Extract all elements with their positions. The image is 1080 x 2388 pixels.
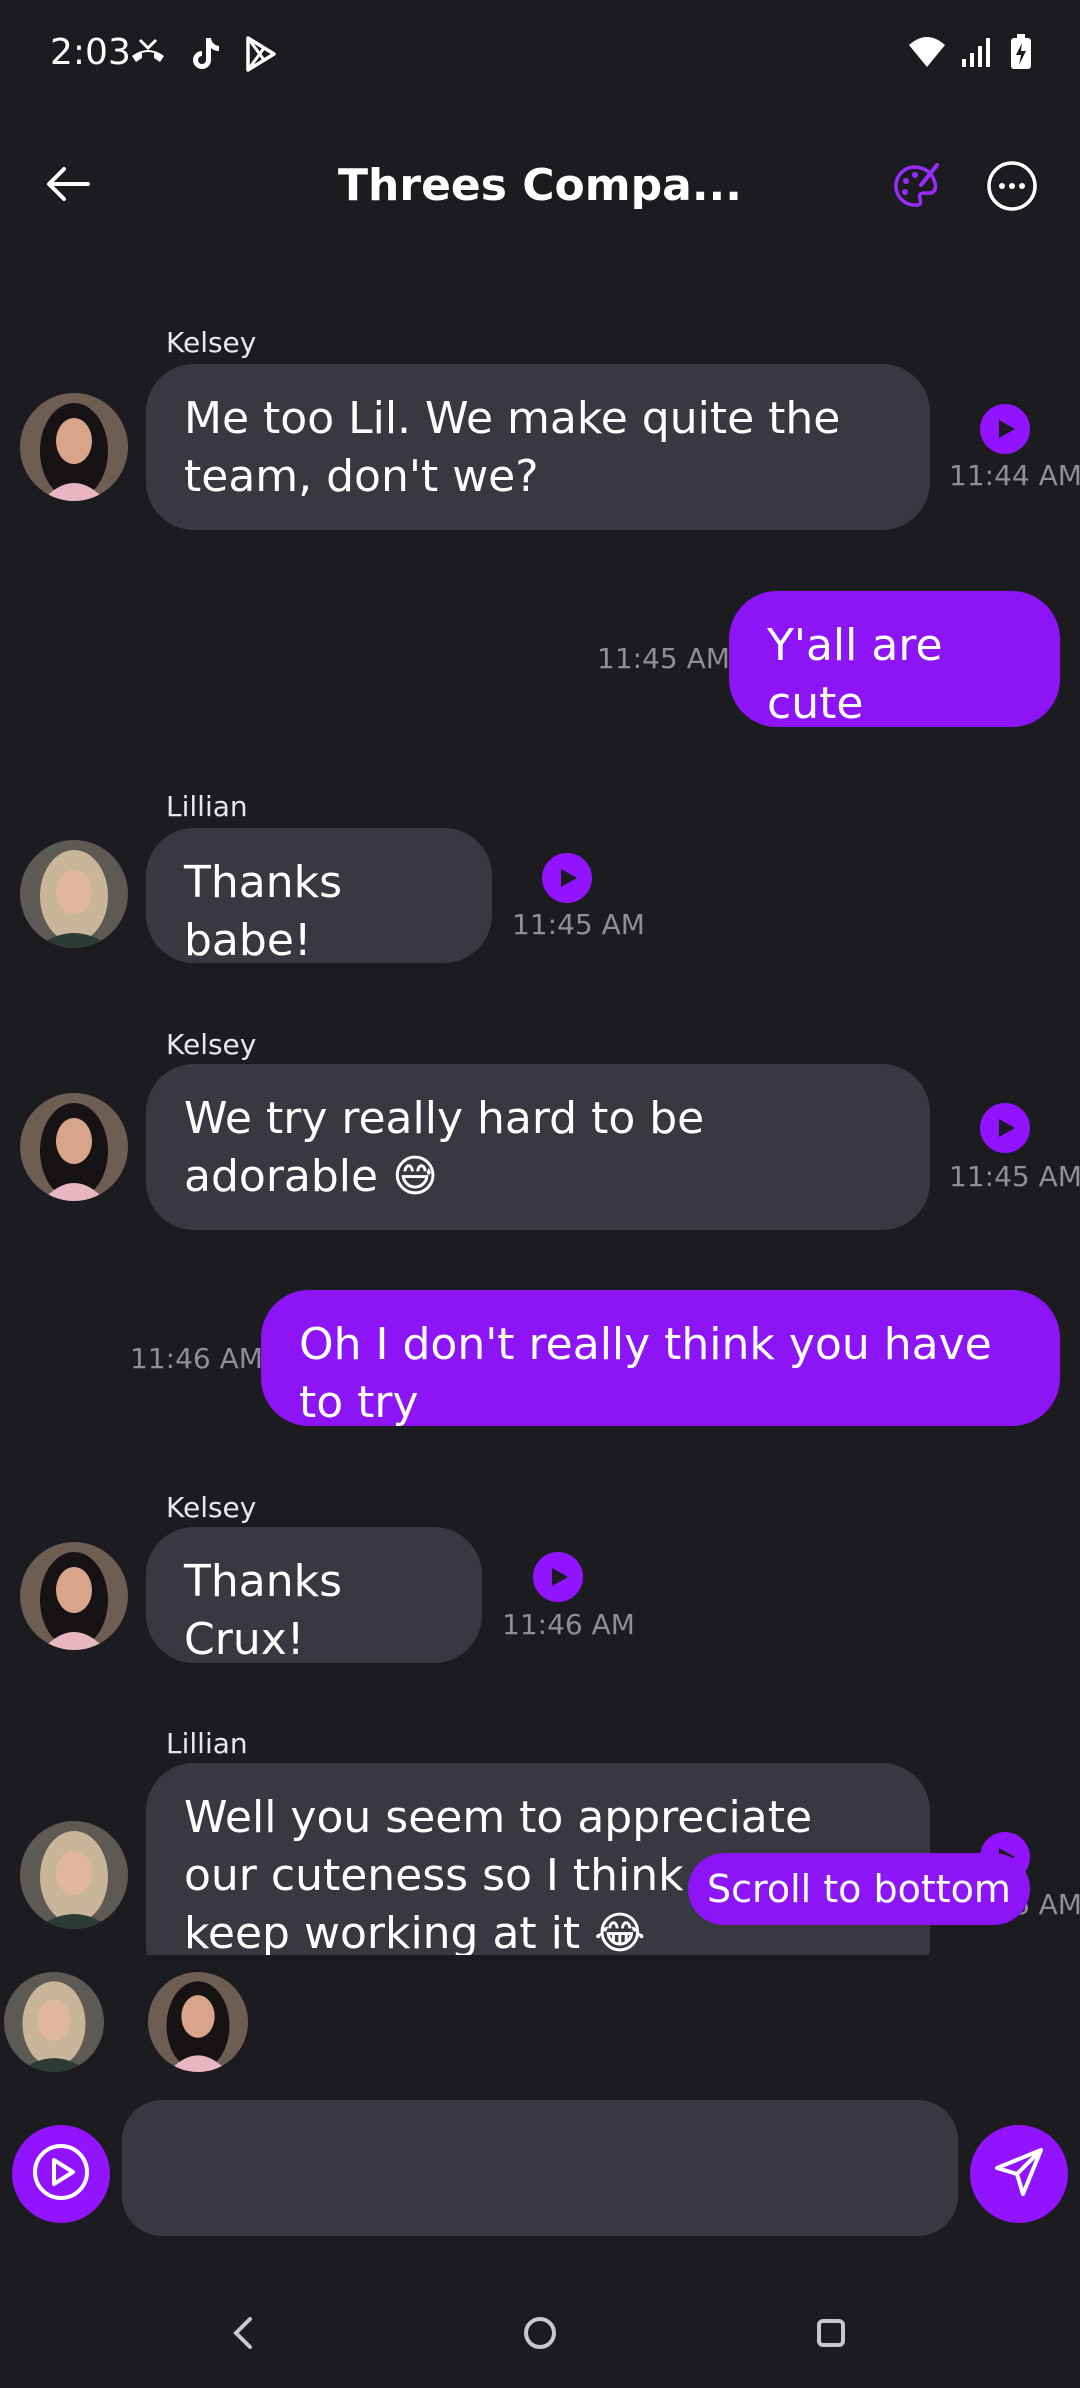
play-icon xyxy=(999,1119,1015,1137)
play-icon xyxy=(561,869,577,887)
message-bubble-outgoing[interactable]: Oh I don't really think you have to try xyxy=(261,1290,1060,1428)
message-bubble[interactable]: Me too Lil. We make quite the team, don'… xyxy=(146,364,930,530)
message-input[interactable] xyxy=(122,2100,958,2236)
nav-recents-icon xyxy=(814,2316,848,2354)
scroll-to-bottom-button[interactable]: Scroll to bottom xyxy=(688,1853,1030,1925)
message-time: 11:45 AM xyxy=(597,642,730,675)
message-time: 11:45 AM xyxy=(512,908,645,941)
message-text: Thanks babe! xyxy=(184,857,343,966)
message-text: Oh I don't really think you have to try xyxy=(299,1319,992,1428)
play-audio-button[interactable] xyxy=(542,853,592,903)
participant-avatar-kelsey[interactable] xyxy=(148,1972,248,2072)
message-text: Y'all are cute xyxy=(767,620,943,729)
message-time: 11:44 AM xyxy=(949,459,1080,492)
avatar-kelsey[interactable] xyxy=(20,393,128,501)
message-bubble-outgoing[interactable]: Y'all are cute xyxy=(729,591,1060,729)
play-icon xyxy=(999,420,1015,438)
nav-back-button[interactable] xyxy=(208,2300,278,2370)
nav-home-icon xyxy=(522,2315,558,2355)
voice-button[interactable] xyxy=(12,2125,110,2223)
play-icon xyxy=(552,1568,568,1586)
avatar-kelsey[interactable] xyxy=(20,1542,128,1650)
send-button[interactable] xyxy=(970,2125,1068,2223)
play-audio-button[interactable] xyxy=(980,404,1030,454)
sender-name: Kelsey xyxy=(166,1491,257,1524)
play-audio-button[interactable] xyxy=(980,1103,1030,1153)
avatar-lillian[interactable] xyxy=(20,840,128,948)
message-bubble[interactable]: We try really hard to be adorable 😅 xyxy=(146,1064,930,1230)
nav-recents-button[interactable] xyxy=(796,2300,866,2370)
message-time: 11:46 AM xyxy=(502,1608,635,1641)
sender-name: Kelsey xyxy=(166,326,257,359)
play-audio-button[interactable] xyxy=(533,1552,583,1602)
nav-back-icon xyxy=(228,2315,258,2355)
message-time: 11:46 AM xyxy=(130,1342,263,1375)
nav-home-button[interactable] xyxy=(505,2300,575,2370)
message-text: Thanks Crux! xyxy=(184,1556,343,1665)
message-list[interactable]: Kelsey Me too Lil. We make quite the tea… xyxy=(0,0,1080,1955)
navigation-bar xyxy=(0,2280,1080,2388)
play-circle-icon xyxy=(30,2141,92,2207)
message-text: We try really hard to be adorable 😅 xyxy=(184,1093,705,1202)
sender-name: Lillian xyxy=(166,790,248,823)
sender-name: Lillian xyxy=(166,1727,248,1760)
sender-name: Kelsey xyxy=(166,1028,257,1061)
send-icon xyxy=(991,2144,1047,2204)
message-text: Me too Lil. We make quite the team, don'… xyxy=(184,393,841,502)
avatar-kelsey[interactable] xyxy=(20,1093,128,1201)
message-bubble[interactable]: Thanks babe! xyxy=(146,828,492,966)
message-time: 11:45 AM xyxy=(949,1160,1080,1193)
avatar-lillian[interactable] xyxy=(20,1821,128,1929)
participant-avatar-lillian[interactable] xyxy=(4,1972,104,2072)
message-bubble[interactable]: Thanks Crux! xyxy=(146,1527,482,1665)
